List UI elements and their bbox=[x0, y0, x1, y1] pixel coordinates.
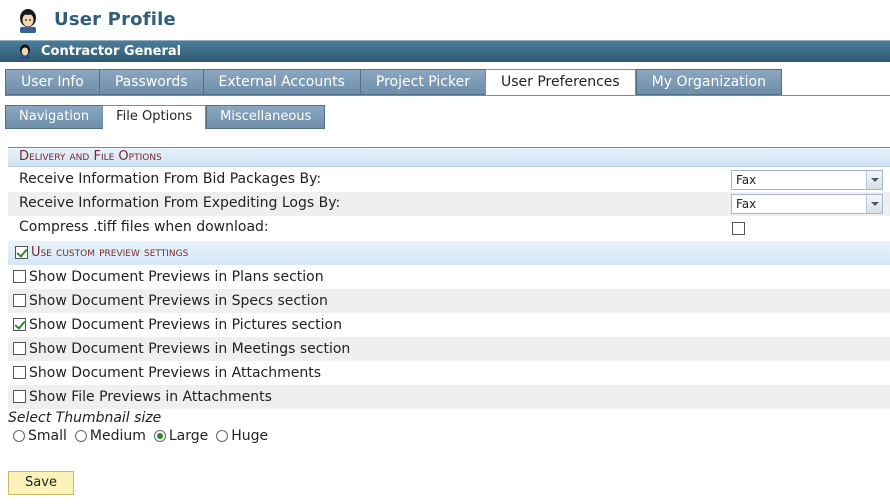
subtab-navigation[interactable]: Navigation bbox=[5, 105, 103, 129]
thumbnail-size-label: Select Thumbnail size bbox=[8, 410, 162, 426]
main-tab-bar: User Info Passwords External Accounts Pr… bbox=[5, 69, 782, 96]
thumbnail-small-label: Small bbox=[28, 428, 67, 444]
file-previews-label: Show File Previews in Attachments bbox=[29, 389, 272, 405]
custom-preview-checkbox[interactable] bbox=[15, 246, 28, 259]
file-previews-row: Show File Previews in Attachments bbox=[8, 385, 890, 409]
thumbnail-huge-radio[interactable] bbox=[216, 430, 229, 442]
user-small-icon bbox=[20, 44, 30, 59]
preview-plans-row: Show Document Previews in Plans section bbox=[8, 265, 890, 289]
expediting-logs-row: Receive Information From Expediting Logs… bbox=[8, 192, 890, 216]
organization-name: Contractor General bbox=[41, 44, 182, 59]
thumbnail-large-radio[interactable] bbox=[153, 430, 166, 442]
organization-bar: Contractor General bbox=[0, 40, 890, 62]
subtab-file-options[interactable]: File Options bbox=[102, 105, 207, 130]
thumbnail-small-option[interactable]: Small bbox=[13, 428, 67, 444]
save-button[interactable]: Save bbox=[8, 471, 74, 495]
tab-user-preferences[interactable]: User Preferences bbox=[484, 69, 636, 96]
chevron-down-icon[interactable] bbox=[866, 171, 882, 189]
tab-divider bbox=[5, 95, 890, 96]
thumbnail-huge-option[interactable]: Huge bbox=[216, 428, 268, 444]
preview-specs-label: Show Document Previews in Specs section bbox=[29, 293, 328, 309]
thumbnail-huge-label: Huge bbox=[231, 428, 269, 444]
preview-meetings-row: Show Document Previews in Meetings secti… bbox=[8, 337, 890, 361]
preview-specs-checkbox[interactable] bbox=[13, 294, 26, 307]
thumbnail-medium-label: Medium bbox=[89, 428, 146, 444]
preview-meetings-checkbox[interactable] bbox=[13, 342, 26, 355]
expediting-logs-select[interactable]: Fax bbox=[731, 194, 883, 214]
custom-preview-row: Use custom preview settings bbox=[8, 241, 890, 265]
bid-packages-label: Receive Information From Bid Packages By… bbox=[19, 171, 322, 187]
preview-pictures-row: Show Document Previews in Pictures secti… bbox=[8, 313, 890, 337]
tab-my-organization[interactable]: My Organization bbox=[635, 69, 782, 95]
section-title: Delivery and File Options bbox=[8, 147, 890, 167]
thumbnail-small-radio[interactable] bbox=[13, 430, 25, 442]
bid-packages-row: Receive Information From Bid Packages By… bbox=[8, 168, 890, 192]
chevron-down-icon[interactable] bbox=[866, 195, 882, 213]
preview-specs-row: Show Document Previews in Specs section bbox=[8, 289, 890, 313]
compress-tiff-checkbox[interactable] bbox=[732, 222, 745, 235]
preview-pictures-label: Show Document Previews in Pictures secti… bbox=[29, 317, 342, 333]
custom-preview-label: Use custom preview settings bbox=[31, 245, 189, 260]
thumbnail-large-label: Large bbox=[168, 428, 209, 444]
bid-packages-select[interactable]: Fax bbox=[731, 170, 883, 190]
tab-project-picker[interactable]: Project Picker bbox=[359, 69, 485, 95]
preview-attachments-label: Show Document Previews in Attachments bbox=[29, 365, 322, 381]
preview-plans-label: Show Document Previews in Plans section bbox=[29, 269, 324, 285]
compress-tiff-row: Compress .tiff files when download: bbox=[8, 216, 890, 240]
thumbnail-size-group: Small Medium Large Huge bbox=[13, 428, 276, 444]
compress-tiff-label: Compress .tiff files when download: bbox=[19, 219, 269, 235]
preview-plans-checkbox[interactable] bbox=[13, 270, 26, 283]
preview-meetings-label: Show Document Previews in Meetings secti… bbox=[29, 341, 351, 357]
expediting-logs-value: Fax bbox=[736, 197, 757, 211]
file-previews-checkbox[interactable] bbox=[13, 390, 26, 403]
file-options-panel: Delivery and File Options Receive Inform… bbox=[8, 130, 890, 446]
preview-attachments-checkbox[interactable] bbox=[13, 366, 26, 379]
preview-attachments-row: Show Document Previews in Attachments bbox=[8, 361, 890, 385]
page-title: User Profile bbox=[54, 9, 176, 30]
sub-tab-bar: Navigation File Options Miscellaneous bbox=[5, 105, 326, 130]
preview-pictures-checkbox[interactable] bbox=[13, 318, 26, 331]
expediting-logs-label: Receive Information From Expediting Logs… bbox=[19, 195, 341, 211]
tab-passwords[interactable]: Passwords bbox=[98, 69, 203, 95]
tab-user-info[interactable]: User Info bbox=[5, 69, 99, 95]
thumbnail-large-option[interactable]: Large bbox=[153, 428, 209, 444]
user-avatar-icon bbox=[20, 9, 36, 33]
bid-packages-value: Fax bbox=[736, 173, 757, 187]
page-header: User Profile bbox=[0, 0, 890, 40]
thumbnail-medium-option[interactable]: Medium bbox=[74, 428, 146, 444]
subtab-miscellaneous[interactable]: Miscellaneous bbox=[206, 105, 326, 129]
tab-external-accounts[interactable]: External Accounts bbox=[202, 69, 360, 95]
thumbnail-medium-radio[interactable] bbox=[74, 430, 87, 442]
